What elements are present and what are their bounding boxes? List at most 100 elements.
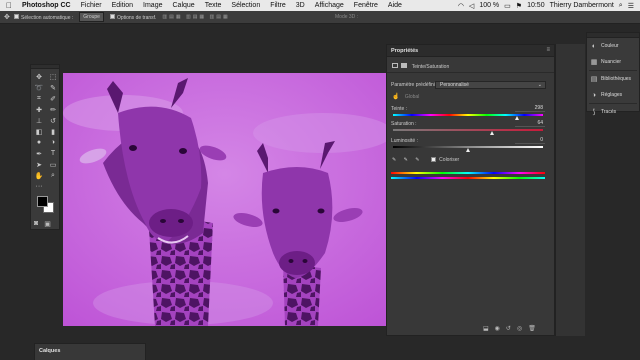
adjustments-icon: ◑	[591, 91, 597, 99]
lightness-value[interactable]: 0	[515, 137, 545, 144]
menu-selection[interactable]: Sélection	[226, 2, 265, 9]
menu-edition[interactable]: Edition	[107, 2, 138, 9]
type-icon[interactable]: T	[46, 148, 60, 159]
eyedropper-plus-icon[interactable]: ✎	[404, 157, 408, 163]
saturation-slider-thumb[interactable]	[489, 131, 494, 135]
healing-brush-icon[interactable]: ✚	[32, 104, 46, 115]
move-tool-icon[interactable]: ✥	[4, 13, 10, 21]
chevron-down-icon: ⌄	[537, 82, 542, 88]
eyedropper-icon[interactable]: ✐	[46, 93, 60, 104]
spotlight-search-icon[interactable]: ⌕	[619, 2, 623, 10]
preset-dropdown[interactable]: Personnalisé ⌄	[435, 81, 546, 89]
menu-3d[interactable]: 3D	[291, 2, 310, 9]
saturation-slider[interactable]	[393, 129, 543, 131]
flag-icon[interactable]: ⚑	[516, 2, 522, 10]
dock-item-libraries[interactable]: ▤ Bibliothèques	[587, 71, 639, 87]
dock-item-label: Tracés	[601, 109, 617, 115]
adjustment-name: Teinte/Saturation	[411, 64, 450, 70]
libraries-icon: ▤	[590, 76, 598, 83]
dock-item-label: Réglages	[601, 92, 623, 98]
dock-item-label: Bibliothèques	[601, 76, 632, 82]
transform-label: Options de transf.	[116, 14, 157, 21]
path-select-icon[interactable]: ➤	[32, 159, 46, 170]
quick-mask-icon[interactable]: ◙	[34, 220, 38, 228]
menu-affichage[interactable]: Affichage	[310, 2, 349, 9]
panel-menu-icon[interactable]: ≡	[546, 47, 550, 53]
dock-item-adjustments[interactable]: ◑ Réglages	[587, 87, 639, 103]
view-previous-icon[interactable]: ◉	[495, 325, 500, 332]
align-icons[interactable]: ▥▤▦ ▥▤▦ ▥▤▦	[162, 14, 229, 20]
lightness-slider-thumb[interactable]	[465, 148, 470, 152]
lasso-icon[interactable]: ➰	[32, 82, 46, 93]
panel-strip	[555, 44, 585, 336]
preset-label: Paramètre prédéfini :	[391, 82, 438, 88]
giraffe-image	[63, 73, 386, 326]
transform-option[interactable]: Options de transf.	[109, 13, 157, 21]
options-bar: ✥ Sélection automatique : Groupe Options…	[0, 11, 640, 24]
document-canvas[interactable]	[63, 73, 386, 326]
app-menu[interactable]: Photoshop CC	[17, 2, 76, 9]
blur-icon[interactable]: ●	[32, 137, 46, 148]
eyedropper-minus-icon[interactable]: ✎	[415, 157, 419, 163]
history-brush-icon[interactable]: ↺	[46, 115, 60, 126]
volume-icon[interactable]: ◁	[469, 2, 474, 10]
menu-aide[interactable]: Aide	[383, 2, 407, 9]
dodge-icon[interactable]: ◑	[46, 137, 60, 148]
reset-icon[interactable]: ↺	[506, 325, 511, 332]
wifi-icon[interactable]: ◠	[458, 2, 464, 10]
transform-checkbox[interactable]	[109, 13, 115, 19]
menu-bar:  Photoshop CC Fichier Edition Image Cal…	[0, 0, 640, 11]
trash-icon[interactable]: 🗑	[528, 325, 536, 332]
foreground-color[interactable]	[37, 196, 48, 207]
gradient-icon[interactable]: ▮	[46, 126, 60, 137]
shape-icon[interactable]: ▭	[46, 159, 60, 170]
apple-menu-icon[interactable]: 	[0, 1, 17, 10]
menu-fichier[interactable]: Fichier	[76, 2, 107, 9]
properties-panel: Propriétés ≡ Teinte/Saturation Paramètre…	[386, 44, 555, 336]
dock-item-label: Couleur	[601, 43, 619, 49]
menu-fenetre[interactable]: Fenêtre	[349, 2, 383, 9]
layers-tab[interactable]: Calques	[39, 348, 60, 354]
auto-select-checkbox[interactable]	[14, 13, 19, 19]
pen-icon[interactable]: ✒	[32, 148, 46, 159]
color-swatches[interactable]	[37, 196, 57, 216]
auto-select-dropdown[interactable]: Groupe	[79, 12, 104, 22]
dock-item-swatches[interactable]: ▦ Nuancier	[587, 54, 639, 70]
quick-select-icon[interactable]: ✎	[46, 82, 60, 93]
hue-slider[interactable]	[393, 114, 543, 116]
menu-filtre[interactable]: Filtre	[265, 2, 291, 9]
battery-icon[interactable]: ▭	[504, 2, 511, 10]
marquee-icon[interactable]: ⬚	[46, 71, 60, 82]
clip-to-layer-icon[interactable]: ⬓	[483, 325, 489, 332]
hue-value[interactable]: 298	[515, 105, 545, 112]
dock-item-paths[interactable]: ⟆ Tracés	[587, 104, 639, 120]
menubar-status: ◠ ◁ 100 % ▭ ⚑ 10:50 Thierry Dambermont ⌕…	[458, 2, 640, 10]
move-icon[interactable]: ✥	[32, 71, 46, 82]
colorize-checkbox[interactable]	[430, 157, 436, 163]
dock-item-color[interactable]: ◐ Couleur	[587, 38, 639, 54]
mask-icon[interactable]	[401, 63, 408, 68]
notification-center-icon[interactable]: ☰	[628, 2, 634, 10]
layers-panel: Calques	[34, 343, 146, 360]
channel-row[interactable]: ☝ Global	[392, 93, 419, 100]
crop-icon[interactable]: ⌗	[32, 93, 46, 104]
zoom-icon[interactable]: ⌕	[46, 170, 60, 181]
menu-image[interactable]: Image	[138, 2, 167, 9]
screen-mode-icon[interactable]: ▣	[44, 220, 51, 228]
adjustment-header: Teinte/Saturation	[392, 63, 449, 70]
eraser-icon[interactable]: ◧	[32, 126, 46, 137]
auto-select-option[interactable]: Sélection automatique :	[14, 13, 73, 21]
clock[interactable]: 10:50	[527, 2, 545, 9]
menu-texte[interactable]: Texte	[200, 2, 227, 9]
visibility-icon[interactable]: ◎	[517, 325, 522, 332]
saturation-value[interactable]: 64	[515, 120, 545, 127]
mode-3d-label: Mode 3D :	[335, 14, 359, 20]
hand-icon[interactable]: ✋	[32, 170, 46, 181]
more-tools-icon[interactable]: ···	[32, 181, 46, 192]
menu-calque[interactable]: Calque	[168, 2, 200, 9]
user-name[interactable]: Thierry Dambermont	[550, 2, 614, 9]
eyedropper-icon[interactable]: ✎	[392, 157, 396, 163]
hand-adjust-icon[interactable]: ☝	[392, 94, 399, 100]
brush-icon[interactable]: ✏	[46, 104, 60, 115]
clone-stamp-icon[interactable]: ⊥	[32, 115, 46, 126]
